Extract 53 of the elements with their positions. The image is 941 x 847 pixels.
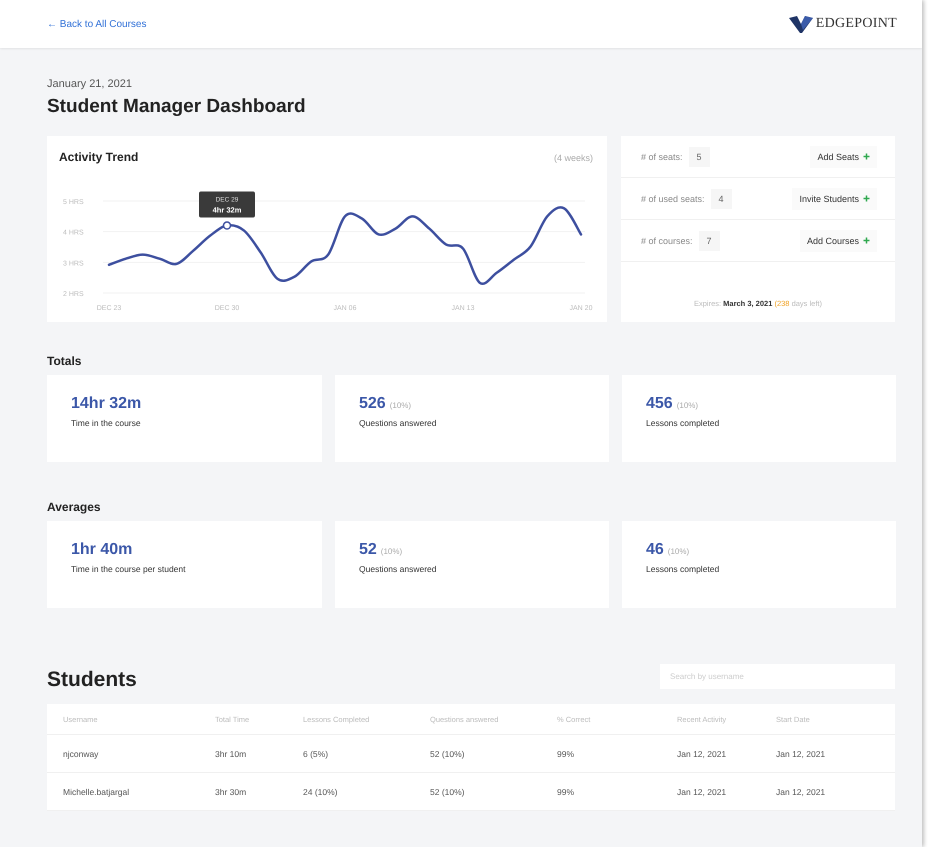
table-cell-text: 52 (10%) bbox=[430, 748, 466, 758]
add-button[interactable]: Invite Students bbox=[792, 188, 877, 210]
table-cell-text: njconway bbox=[63, 748, 100, 758]
table-cell-text: 3hr 30m bbox=[215, 786, 248, 796]
stat-value: 526 bbox=[359, 395, 386, 413]
seat-label: # of used seats: bbox=[641, 194, 705, 204]
seat-label: # of courses: bbox=[641, 236, 693, 246]
stat-label: Lessons completed bbox=[646, 564, 720, 574]
stat-percent: (10%) bbox=[380, 547, 402, 556]
table-cell-text: Jan 12, 2021 bbox=[677, 748, 728, 758]
stat-percent: (10%) bbox=[668, 547, 690, 556]
table-cell-text: Michelle.batjargal bbox=[63, 786, 130, 796]
add-button[interactable]: Add Seats bbox=[810, 146, 877, 168]
stat-value: 46 bbox=[646, 541, 664, 559]
chart-title: Activity Trend bbox=[59, 150, 138, 164]
plus-icon bbox=[863, 153, 870, 160]
stat-label: Questions answered bbox=[359, 564, 438, 574]
stat-value: 52 bbox=[359, 541, 377, 559]
table-cell-text: Jan 12, 2021 bbox=[677, 786, 728, 796]
logo-icon bbox=[788, 14, 814, 34]
date-label: January 21, 2021 bbox=[47, 78, 134, 90]
stat-percent: (10%) bbox=[676, 401, 698, 410]
seat-label: # of seats: bbox=[641, 152, 683, 162]
section-heading: Students bbox=[47, 667, 137, 692]
stat-label: Lessons completed bbox=[646, 418, 720, 428]
stat-value: 456 bbox=[646, 395, 673, 413]
table-cell-text: Jan 12, 2021 bbox=[776, 786, 826, 796]
stat-label: Time in the course per student bbox=[71, 564, 186, 574]
section-heading: Averages bbox=[47, 500, 102, 514]
page-title: Student Manager Dashboard bbox=[47, 96, 307, 118]
stat-label: Time in the course bbox=[71, 418, 142, 428]
table-cell-text: Jan 12, 2021 bbox=[776, 748, 826, 758]
table-cell-text: 24 (10%) bbox=[303, 786, 338, 796]
data-point bbox=[222, 221, 232, 230]
stat-value: 14hr 32m bbox=[71, 395, 142, 413]
plus-icon bbox=[863, 237, 870, 244]
chart-range: (4 weeks) bbox=[554, 153, 593, 163]
logo-text: EDGEPOINT bbox=[816, 16, 897, 32]
back-link[interactable]: ← Back to All Courses bbox=[47, 18, 146, 30]
section-heading: Totals bbox=[47, 354, 82, 368]
table-cell-text: 99% bbox=[557, 786, 576, 796]
table-cell-text: 3hr 10m bbox=[215, 748, 248, 758]
stat-percent: (10%) bbox=[390, 401, 412, 410]
count-field: 4 bbox=[710, 188, 732, 208]
table-cell-text: 99% bbox=[557, 748, 576, 758]
count-field: 5 bbox=[688, 146, 710, 166]
count-field: 7 bbox=[698, 230, 720, 250]
table-cell-text: 6 (5%) bbox=[303, 748, 330, 758]
table-cell-text: 52 (10%) bbox=[430, 786, 466, 796]
stat-label: Questions answered bbox=[359, 418, 438, 428]
stat-value: 1hr 40m bbox=[71, 541, 132, 559]
plus-icon bbox=[863, 195, 870, 202]
add-button[interactable]: Add Courses bbox=[800, 230, 877, 252]
